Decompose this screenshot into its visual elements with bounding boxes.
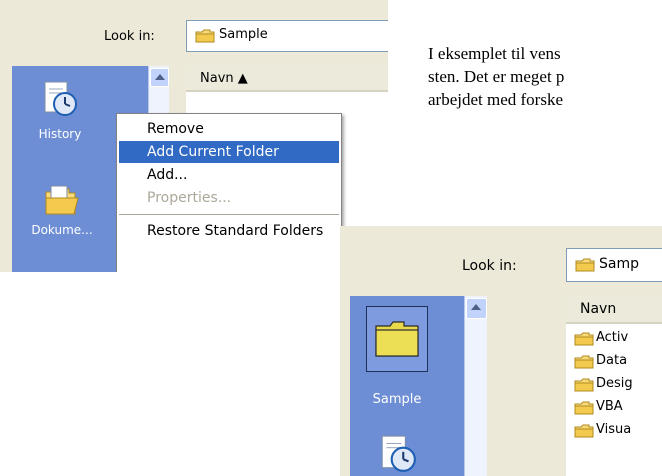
list-item-label: Data <box>596 353 628 368</box>
folder-icon <box>375 321 419 357</box>
places-scrollbar[interactable] <box>464 296 487 476</box>
scroll-up-button[interactable] <box>150 68 169 87</box>
list-item-label: Activ <box>596 330 629 345</box>
places-bar: Sample <box>350 296 464 476</box>
menu-item-remove[interactable]: Remove <box>119 118 339 140</box>
open-folder-icon <box>45 185 79 215</box>
look-in-value: Sample <box>219 27 268 42</box>
column-header-label: Navn <box>580 301 617 317</box>
folder-icon <box>574 378 594 392</box>
column-header-label: Navn ▲ <box>200 71 248 86</box>
open-dialog-screenshot-2: Look in: Samp Sample Navn Activ Data Des… <box>340 226 662 476</box>
menu-item-add[interactable]: Add... <box>119 164 339 186</box>
folder-icon <box>574 401 594 415</box>
list-item-label: Desig <box>596 376 633 391</box>
place-documents[interactable]: Dokume... <box>30 184 94 237</box>
place-history[interactable]: History <box>30 80 90 141</box>
place-history[interactable] <box>378 434 418 476</box>
menu-item-add-current-folder[interactable]: Add Current Folder <box>119 141 339 163</box>
menu-item-restore-standard-folders[interactable]: Restore Standard Folders <box>119 220 339 242</box>
place-history-label: History <box>38 127 82 141</box>
paragraph-line: I eksemplet til vens <box>428 44 561 63</box>
folder-icon <box>574 332 594 346</box>
body-paragraph: I eksemplet til vens sten. Det er meget … <box>428 42 564 111</box>
paragraph-line: sten. Det er meget p <box>428 67 565 86</box>
column-header-name[interactable]: Navn <box>566 296 662 324</box>
folder-icon <box>574 424 594 438</box>
place-sample[interactable]: Sample <box>364 306 430 416</box>
context-menu: Remove Add Current Folder Add... Propert… <box>116 113 342 272</box>
look-in-value: Samp <box>599 256 639 272</box>
place-sample-label: Sample <box>372 392 422 407</box>
look-in-label: Look in: <box>462 258 517 274</box>
folder-icon <box>574 355 594 369</box>
scroll-up-button[interactable] <box>466 298 487 319</box>
file-list[interactable]: Navn Activ Data Desig VBA Visua <box>566 296 662 476</box>
list-item-label: VBA <box>596 399 623 414</box>
look-in-combo[interactable]: Samp <box>566 248 662 282</box>
look-in-combo[interactable]: Sample <box>186 20 388 52</box>
list-item-label: Visua <box>596 422 632 437</box>
open-dialog-screenshot-1: Look in: Sample History Dokume... Navn ▲… <box>0 0 388 272</box>
paragraph-line: arbejdet med forske <box>428 90 563 109</box>
place-documents-label: Dokume... <box>31 223 93 237</box>
menu-separator <box>119 214 339 215</box>
history-clock-icon <box>381 435 416 472</box>
menu-item-properties: Properties... <box>147 190 232 206</box>
look-in-label: Look in: <box>104 29 155 44</box>
folder-icon <box>575 258 595 272</box>
folder-icon <box>195 29 215 43</box>
history-clock-icon <box>44 81 77 116</box>
column-header-name[interactable]: Navn ▲ <box>186 66 388 92</box>
